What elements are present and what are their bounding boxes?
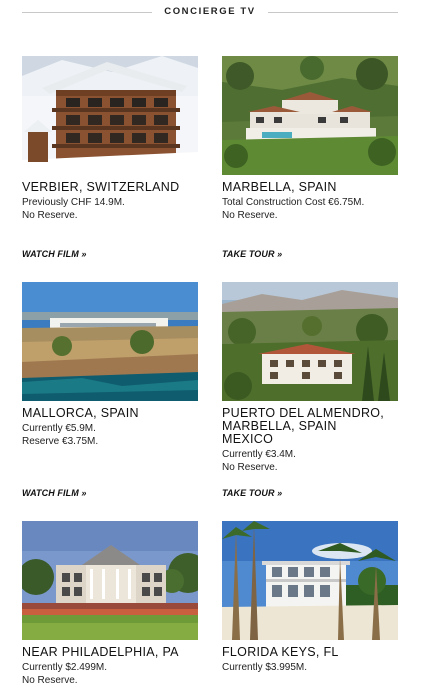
listing-location: NEAR PHILADELPHIA, PA — [22, 645, 179, 659]
watch-film-link[interactable]: WATCH FILM » — [22, 249, 87, 259]
listing-price: Previously CHF 14.9M. — [22, 197, 125, 208]
listing-card-puerto-del-almendro[interactable]: PUERTO DEL ALMENDRO, MARBELLA, SPAIN MEX… — [222, 282, 398, 502]
listing-location: MALLORCA, SPAIN — [22, 406, 139, 420]
hillside-villa-photo[interactable] — [222, 56, 398, 175]
mountain-villa-photo[interactable] — [222, 282, 398, 401]
listing-reserve: No Reserve. — [222, 210, 278, 221]
header-rule-right — [268, 12, 398, 13]
listing-card-mallorca[interactable]: MALLORCA, SPAIN Currently €5.9M. Reserve… — [22, 282, 198, 502]
listing-price: Currently €3.4M. — [222, 449, 296, 460]
listing-location: FLORIDA KEYS, FL — [222, 645, 339, 659]
listing-card-florida-keys[interactable]: FLORIDA KEYS, FL Currently $3.995M. — [222, 521, 398, 697]
take-tour-link[interactable]: TAKE TOUR » — [222, 249, 282, 259]
mansion-photo[interactable] — [22, 521, 198, 640]
listing-reserve: No Reserve. — [222, 462, 278, 473]
listing-location: MARBELLA, SPAIN — [222, 180, 337, 194]
listing-price: Currently $3.995M. — [222, 662, 308, 673]
listing-location: VERBIER, SWITZERLAND — [22, 180, 180, 194]
chalet-photo[interactable] — [22, 56, 198, 175]
section-header: CONCIERGE TV — [22, 0, 398, 26]
listing-price: Currently €5.9M. — [22, 423, 96, 434]
listing-price: Currently $2.499M. — [22, 662, 108, 673]
watch-film-link[interactable]: WATCH FILM » — [22, 488, 87, 498]
listing-price: Total Construction Cost €6.75M. — [222, 197, 365, 208]
listing-reserve: No Reserve. — [22, 675, 78, 686]
listing-card-philadelphia[interactable]: NEAR PHILADELPHIA, PA Currently $2.499M.… — [22, 521, 198, 697]
beach-house-photo[interactable] — [222, 521, 398, 640]
listing-card-verbier[interactable]: VERBIER, SWITZERLAND Previously CHF 14.9… — [22, 56, 198, 266]
listing-reserve: Reserve €3.75M. — [22, 436, 99, 447]
cliffside-estate-photo[interactable] — [22, 282, 198, 401]
listing-location-line-3: MEXICO — [222, 432, 274, 446]
take-tour-link[interactable]: TAKE TOUR » — [222, 488, 282, 498]
listing-card-marbella[interactable]: MARBELLA, SPAIN Total Construction Cost … — [222, 56, 398, 266]
listing-reserve: No Reserve. — [22, 210, 78, 221]
